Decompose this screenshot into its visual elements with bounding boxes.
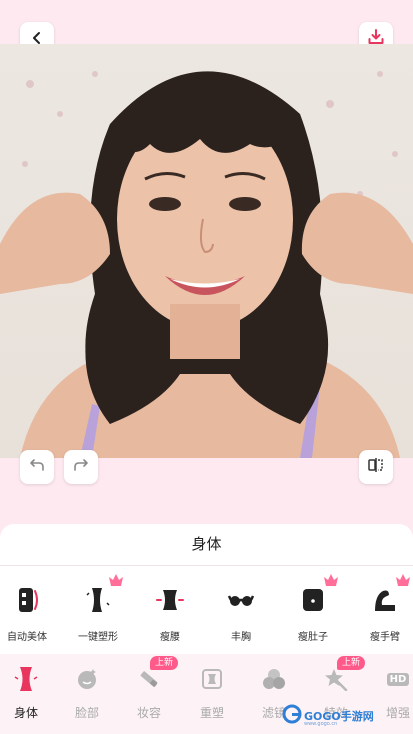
nav-label: 重塑	[199, 706, 224, 720]
nav-item-makeup[interactable]: 上新 妆容	[119, 654, 179, 734]
makeup-icon: 上新	[134, 656, 179, 694]
tool-slim-belly[interactable]: 瘦肚子	[278, 572, 348, 644]
compare-icon	[367, 456, 385, 478]
panel-title: 身体	[191, 535, 222, 553]
crown-icon	[323, 572, 339, 591]
tool-auto-body[interactable]: 自动美体	[0, 572, 62, 644]
watermark: GOGO手游网 www.gogo.cn	[282, 704, 382, 728]
nav-label: 增强	[385, 706, 410, 720]
undo-icon	[29, 457, 45, 477]
nav-label: 妆容	[136, 706, 161, 720]
filter-icon	[259, 664, 289, 694]
slim-arm-icon	[367, 574, 410, 618]
crown-icon	[395, 572, 411, 591]
nav-label: 脸部	[74, 706, 99, 720]
bust-icon	[223, 582, 259, 618]
undo-button[interactable]	[20, 450, 54, 484]
slim-waist-icon	[152, 582, 188, 618]
effects-icon: 上新	[321, 656, 366, 694]
tool-slim-arm[interactable]: 瘦手臂	[350, 572, 413, 644]
new-badge: 上新	[337, 656, 366, 670]
reshape-icon	[197, 664, 227, 694]
top-bar	[0, 0, 413, 56]
tool-label: 瘦腰	[160, 632, 180, 643]
tool-label: 一键塑形	[78, 632, 118, 643]
tool-slim-waist[interactable]: 瘦腰	[135, 572, 205, 644]
nav-item-reshape[interactable]: 重塑	[182, 654, 242, 734]
tool-bust[interactable]: 丰胸	[206, 572, 276, 644]
divider	[0, 565, 413, 566]
photo-controls	[0, 450, 413, 524]
nav-item-body[interactable]: 身体	[0, 654, 56, 734]
face-icon	[72, 664, 102, 694]
tool-label: 瘦肚子	[298, 632, 328, 643]
watermark-sub: www.gogo.cn	[304, 721, 338, 727]
crown-icon	[108, 572, 124, 591]
compare-button[interactable]	[359, 450, 393, 484]
redo-button[interactable]	[64, 450, 98, 484]
redo-icon	[73, 457, 89, 477]
new-badge: 上新	[150, 656, 179, 670]
one-click-shape-icon	[80, 574, 123, 618]
nav-label: 身体	[13, 706, 38, 720]
tool-label: 自动美体	[7, 632, 47, 643]
enhance-icon: HD	[383, 664, 413, 694]
portrait-photo	[0, 71, 413, 458]
watermark-logo-icon	[282, 704, 302, 728]
tool-row: 自动美体 一键塑形 瘦腰 丰胸 瘦肚子 瘦手臂	[0, 572, 413, 644]
tool-label: 丰胸	[231, 632, 251, 643]
tool-label: 瘦手臂	[370, 632, 400, 643]
hd-label: HD	[386, 672, 410, 686]
body-icon	[11, 664, 41, 694]
auto-body-icon	[9, 582, 45, 618]
nav-item-face[interactable]: 脸部	[57, 654, 117, 734]
slim-belly-icon	[295, 574, 338, 618]
photo-canvas[interactable]	[0, 44, 413, 458]
tool-one-click-shape[interactable]: 一键塑形	[63, 572, 133, 644]
